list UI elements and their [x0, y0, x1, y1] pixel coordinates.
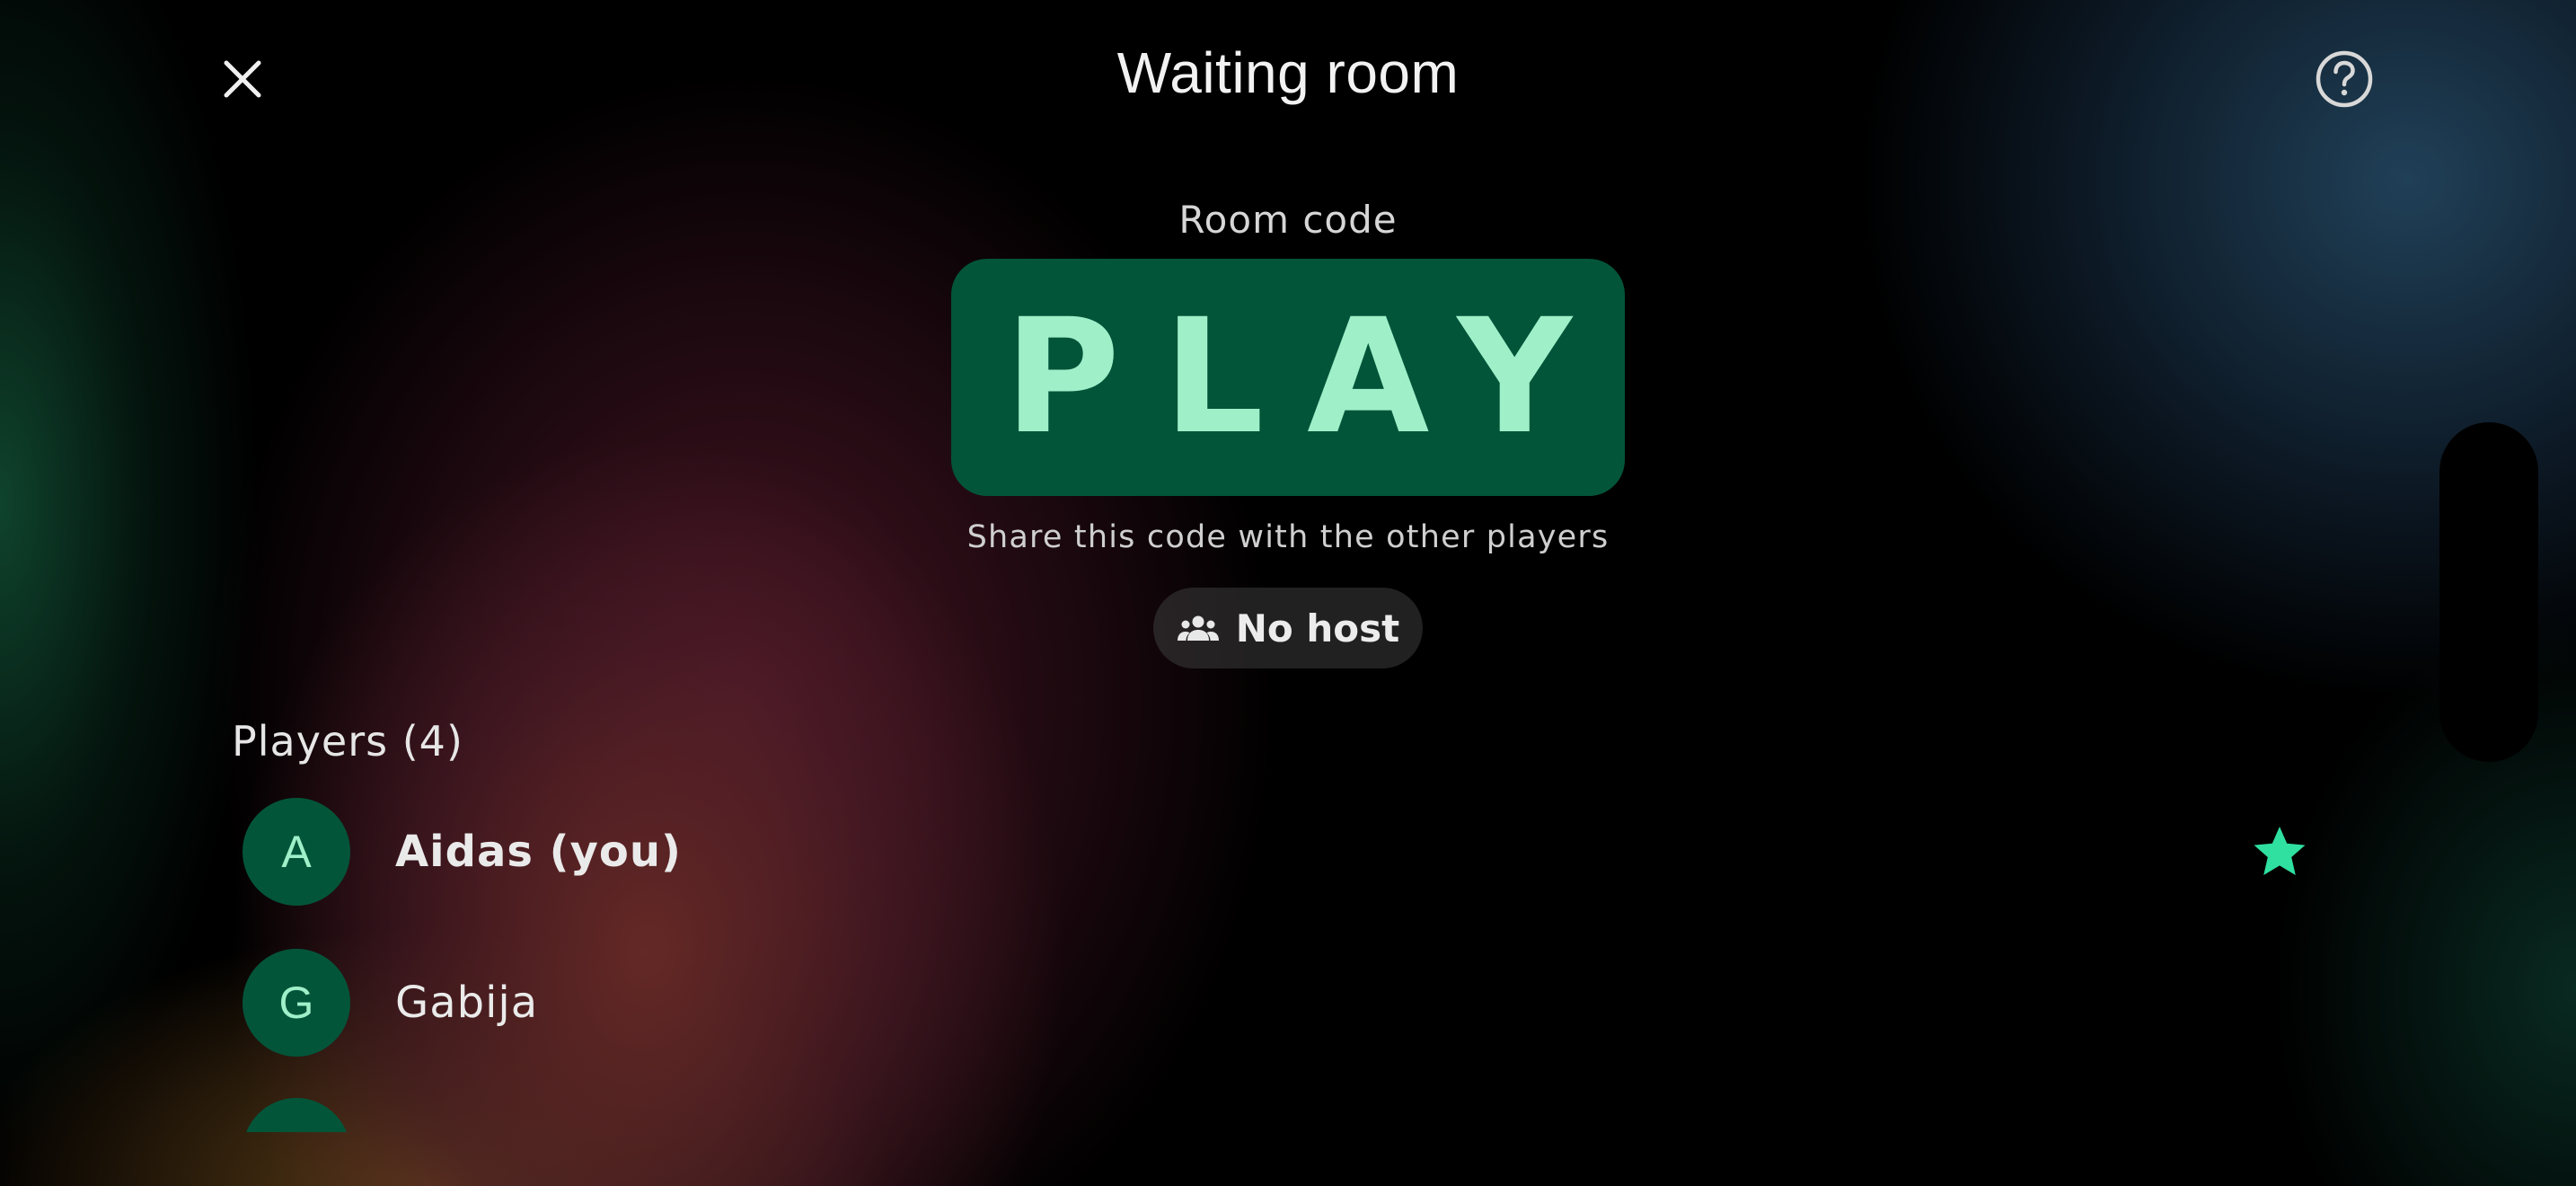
help-circle-icon: [2316, 50, 2373, 108]
page-title: Waiting room: [1116, 40, 1460, 105]
player-name: Aidas (you): [395, 827, 682, 877]
side-scroll-handle[interactable]: [2439, 422, 2538, 762]
player-row: A Aidas (you): [243, 798, 2335, 906]
room-code-value: PLAY: [1004, 285, 1615, 469]
room-code-box[interactable]: PLAY: [951, 259, 1625, 496]
share-hint: Share this code with the other players: [966, 519, 1610, 555]
host-mode-label: No host: [1235, 606, 1400, 651]
room-code-label: Room code: [1178, 198, 1398, 242]
star-icon: [2254, 827, 2306, 875]
avatar-partial: [243, 1098, 350, 1132]
avatar: G: [243, 949, 350, 1057]
group-icon: [1177, 615, 1219, 641]
player-name: Gabija: [395, 978, 539, 1028]
players-heading: Players (4): [232, 717, 463, 766]
player-row: G Gabija: [243, 949, 2335, 1057]
host-mode-chip[interactable]: No host: [1153, 588, 1423, 668]
waiting-room-screen: Waiting room Room code PLAY Share this c…: [0, 0, 2576, 1186]
help-button[interactable]: [2307, 41, 2382, 117]
avatar: A: [243, 798, 350, 906]
